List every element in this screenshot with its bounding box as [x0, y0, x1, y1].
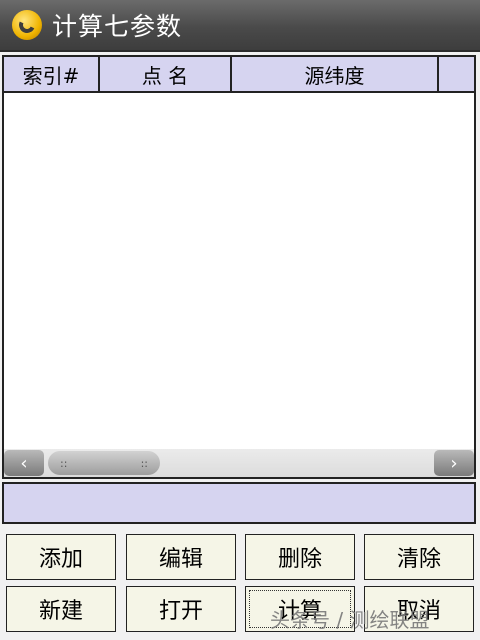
open-button[interactable]: 打开	[126, 586, 236, 632]
chevron-right-icon: ›	[450, 452, 458, 474]
add-button[interactable]: 添加	[6, 534, 116, 580]
edit-button[interactable]: 编辑	[126, 534, 236, 580]
window-title: 计算七参数	[52, 12, 183, 41]
grip-icon: ::	[60, 456, 68, 470]
delete-button[interactable]: 删除	[245, 534, 355, 580]
points-table[interactable]: 索引# 点 名 源纬度 ‹ :: :: ›	[2, 55, 476, 479]
scroll-left-button[interactable]: ‹	[4, 450, 44, 476]
grip-icon: ::	[140, 456, 148, 470]
watermark: 头条号 / 测绘联盟	[270, 608, 430, 632]
title-bar: 计算七参数	[0, 0, 480, 52]
column-header-next[interactable]	[439, 57, 474, 91]
scroll-thumb[interactable]: :: ::	[48, 451, 160, 475]
column-header-point-name[interactable]: 点 名	[100, 57, 232, 91]
table-header: 索引# 点 名 源纬度	[4, 57, 474, 93]
app-logo-icon	[12, 10, 42, 40]
column-header-source-latitude[interactable]: 源纬度	[232, 57, 439, 91]
new-button[interactable]: 新建	[6, 586, 116, 632]
scroll-right-button[interactable]: ›	[434, 450, 474, 476]
horizontal-scrollbar[interactable]: ‹ :: :: ›	[4, 449, 474, 477]
clear-button[interactable]: 清除	[364, 534, 474, 580]
scroll-track[interactable]: :: ::	[44, 450, 434, 476]
column-header-index[interactable]: 索引#	[4, 57, 100, 91]
status-panel	[2, 482, 476, 524]
chevron-left-icon: ‹	[20, 452, 28, 474]
